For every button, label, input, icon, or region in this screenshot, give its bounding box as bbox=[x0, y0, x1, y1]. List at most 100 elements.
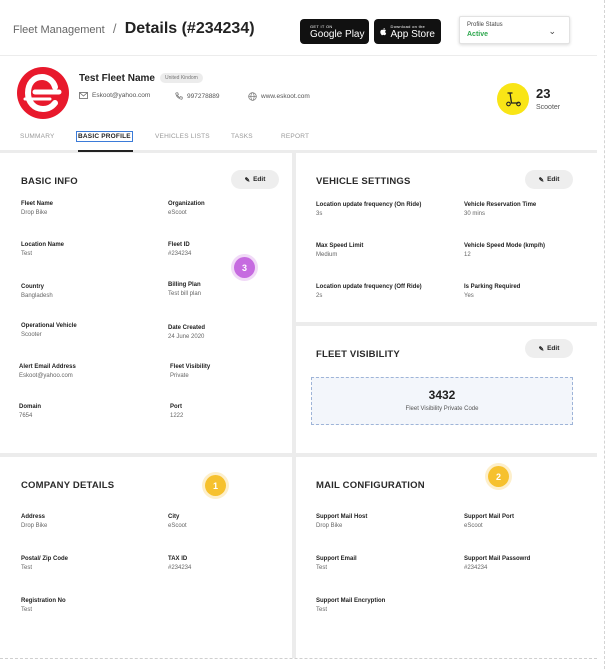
field-label: Operational Vehicle bbox=[21, 323, 77, 329]
field-support-mail-host: Support Mail Host Drop Bike bbox=[316, 514, 367, 529]
field-label: Max Speed Limit bbox=[316, 243, 364, 249]
phone-icon bbox=[175, 92, 183, 100]
field-value: Private bbox=[170, 373, 189, 379]
field-support-mail-encryption: Support Mail Encryption Test bbox=[316, 598, 385, 613]
field-value: Test bbox=[316, 607, 328, 613]
breadcrumb-root[interactable]: Fleet Management bbox=[13, 24, 105, 36]
tab-summary[interactable]: SUMMARY bbox=[20, 133, 55, 140]
field-value: eScoot bbox=[168, 523, 187, 529]
field-label: Support Mail Port bbox=[464, 514, 514, 520]
field-label: Support Mail Host bbox=[316, 514, 368, 520]
field-billing-plan: Billing Plan Test bill plan bbox=[168, 282, 201, 297]
field-label: Fleet Visibility bbox=[170, 364, 211, 370]
pencil-icon: ✎ bbox=[244, 176, 251, 184]
step-badge-1: 1 bbox=[205, 475, 226, 496]
field-max-speed-limit: Max Speed Limit Medium bbox=[316, 243, 363, 258]
field-city: City eScoot bbox=[168, 514, 187, 529]
field-value: Drop Bike bbox=[21, 523, 48, 529]
field-label: Port bbox=[170, 404, 182, 410]
field-date-created: Date Created 24 June 2020 bbox=[168, 325, 205, 340]
step-badge-3: 3 bbox=[234, 257, 255, 278]
field-port: Port 1222 bbox=[170, 404, 183, 419]
fleet-name: Test Fleet Name bbox=[79, 73, 155, 84]
pencil-icon: ✎ bbox=[538, 176, 545, 184]
app-store-big-text: App Store bbox=[390, 28, 435, 40]
field-value: 2s bbox=[316, 293, 323, 299]
field-label: Location update frequency (On Ride) bbox=[316, 202, 422, 208]
field-value: #234234 bbox=[168, 565, 192, 571]
bottom-border bbox=[0, 658, 597, 659]
contact-email-text: Eskoot@yahoo.com bbox=[92, 92, 151, 99]
field-value: Drop Bike bbox=[21, 210, 48, 216]
field-fleet-name: Fleet Name Drop Bike bbox=[21, 201, 53, 216]
page: Fleet Management / Details (#234234) GET… bbox=[0, 0, 605, 669]
field-fleet-visibility: Fleet Visibility Private bbox=[170, 364, 210, 379]
google-play-big-text: Google Play bbox=[310, 28, 365, 40]
basic-info-title: BASIC INFO bbox=[21, 176, 78, 187]
field-postal-code: Postal/ Zip Code Test bbox=[21, 556, 68, 571]
vehicle-settings-edit-button[interactable]: ✎ Edit bbox=[525, 170, 573, 189]
app-store-button[interactable]: Download on the App Store bbox=[374, 19, 441, 44]
basic-info-edit-button[interactable]: ✎ Edit bbox=[231, 170, 279, 189]
field-support-mail-password: Support Mail Passowrd #234234 bbox=[464, 556, 530, 571]
tab-vehicles-lists[interactable]: VEHICLES LISTS bbox=[155, 133, 210, 140]
field-value: Eskoot@yahoo.com bbox=[19, 373, 73, 379]
field-value: 1222 bbox=[170, 413, 184, 419]
field-location-update-off-ride: Location update frequency (Off Ride) 2s bbox=[316, 284, 422, 299]
chevron-down-icon: ⌄ bbox=[548, 26, 556, 36]
contact-phone[interactable]: 997278889 bbox=[175, 92, 220, 100]
profile-status-select[interactable]: Profile Status Active ⌄ bbox=[459, 16, 570, 44]
field-value: eScoot bbox=[168, 210, 187, 216]
vehicle-settings-title: VEHICLE SETTINGS bbox=[316, 176, 411, 187]
field-label: Organization bbox=[168, 201, 205, 207]
field-value: 7654 bbox=[19, 413, 33, 419]
field-value: Test bbox=[21, 565, 33, 571]
field-value: Medium bbox=[316, 252, 338, 258]
field-operational-vehicle: Operational Vehicle Scooter bbox=[21, 323, 77, 338]
field-label: Alert Email Address bbox=[19, 364, 76, 370]
field-label: TAX ID bbox=[168, 556, 188, 562]
fleet-logo bbox=[17, 67, 69, 119]
field-label: Registration No bbox=[21, 598, 66, 604]
field-support-email: Support Email Test bbox=[316, 556, 357, 571]
contact-email[interactable]: Eskoot@yahoo.com bbox=[79, 92, 150, 99]
fleet-visibility-title: FLEET VISIBILITY bbox=[316, 349, 400, 360]
tab-basic-profile[interactable]: BASIC PROFILE bbox=[76, 131, 133, 142]
field-alert-email: Alert Email Address Eskoot@yahoo.com bbox=[19, 364, 76, 379]
field-label: Support Mail Passowrd bbox=[464, 556, 531, 562]
active-tab-indicator bbox=[78, 150, 133, 152]
field-label: Date Created bbox=[168, 325, 206, 331]
scooter-count: 23 bbox=[536, 86, 551, 101]
contact-website-text: www.eskoot.com bbox=[261, 93, 310, 100]
field-value: Scooter bbox=[21, 332, 42, 338]
field-value: Yes bbox=[464, 293, 474, 299]
field-value: Bangladesh bbox=[21, 293, 53, 299]
pencil-icon: ✎ bbox=[538, 345, 545, 353]
field-label: Postal/ Zip Code bbox=[21, 556, 69, 562]
fleet-visibility-edit-button[interactable]: ✎ Edit bbox=[525, 339, 573, 358]
contact-website[interactable]: www.eskoot.com bbox=[248, 92, 310, 101]
fleet-visibility-edit-label: Edit bbox=[547, 345, 560, 352]
e-logo-icon bbox=[23, 73, 62, 113]
company-details-title: COMPANY DETAILS bbox=[21, 480, 115, 491]
tab-report[interactable]: REPORT bbox=[281, 133, 309, 140]
scooter-icon bbox=[506, 92, 521, 107]
field-tax-id: TAX ID #234234 bbox=[168, 556, 191, 571]
field-label: Is Parking Required bbox=[464, 284, 521, 290]
field-location-name: Location Name Test bbox=[21, 242, 64, 257]
basic-info-edit-label: Edit bbox=[253, 176, 266, 183]
field-vehicle-speed-mode: Vehicle Speed Mode (kmp/h) 12 bbox=[464, 243, 545, 258]
globe-icon bbox=[248, 92, 257, 101]
field-value: #234234 bbox=[464, 565, 488, 571]
breadcrumb-separator: / bbox=[112, 21, 117, 36]
field-label: City bbox=[168, 514, 180, 520]
field-label: Location Name bbox=[21, 242, 65, 248]
field-address: Address Drop Bike bbox=[21, 514, 47, 529]
profile-status-value: Active bbox=[467, 31, 489, 38]
field-support-mail-port: Support Mail Port eScoot bbox=[464, 514, 514, 529]
field-value: 30 mins bbox=[464, 211, 486, 217]
field-domain: Domain 7654 bbox=[19, 404, 41, 419]
tab-tasks[interactable]: TASKS bbox=[231, 133, 253, 140]
visibility-code: 3432 bbox=[428, 388, 456, 402]
google-play-button[interactable]: GET IT ON Google Play bbox=[300, 19, 369, 44]
